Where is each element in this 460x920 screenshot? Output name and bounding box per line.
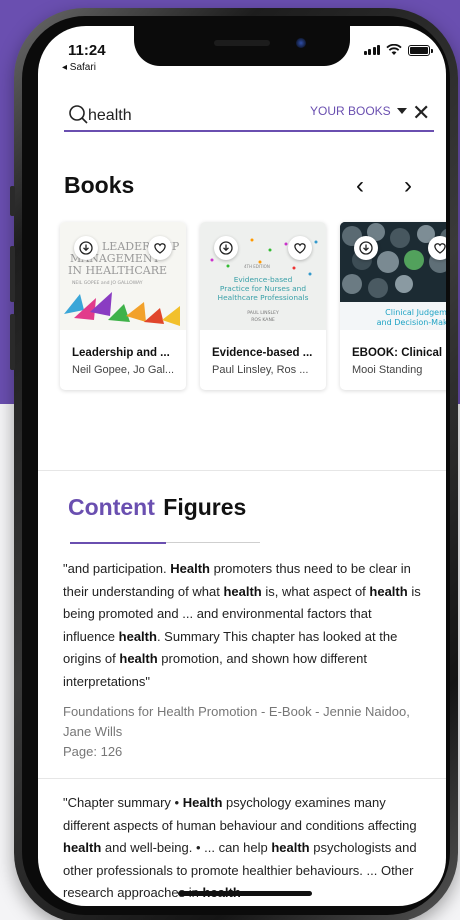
tab-figures[interactable]: Figures <box>163 494 246 520</box>
snippet-text: "and participation. <box>63 561 171 576</box>
cover-text: 4TH EDITION <box>244 264 270 269</box>
search-result-page: Page: 126 <box>63 744 123 759</box>
close-icon[interactable]: ✕ <box>412 100 430 126</box>
download-icon[interactable] <box>214 236 238 260</box>
signal-icon <box>363 45 380 55</box>
chevron-right-icon[interactable]: › <box>404 172 412 200</box>
cover-text: PAUL LINSLEY <box>247 310 279 316</box>
content-figures-heading: Content Figures <box>68 494 246 521</box>
phone-silent-switch <box>10 186 15 216</box>
scope-label: YOUR BOOKS <box>310 104 391 118</box>
book-cover: LEADERSHIP MANAGEMENT IN HEALTHCARE NEIL… <box>60 222 186 330</box>
books-heading: Books <box>64 172 135 198</box>
book-title: Evidence-based ... <box>212 347 313 359</box>
highlighted-keyword: Health <box>170 561 210 576</box>
book-card[interactable]: Clinical Judgement and Decision-Making E… <box>340 222 446 390</box>
cover-text: Healthcare Professionals <box>218 293 309 302</box>
status-time: 11:24 <box>68 42 106 59</box>
scope-dropdown[interactable]: YOUR BOOKS <box>310 104 407 118</box>
snippet-text: is, what aspect of <box>261 583 370 599</box>
tab-content[interactable]: Content <box>68 494 155 520</box>
snippet-text: "Chapter summary • <box>63 795 183 810</box>
highlighted-keyword: health <box>119 651 158 666</box>
active-tab-indicator <box>70 542 166 544</box>
tab-underline <box>166 542 260 543</box>
book-authors: Mooi Standing <box>352 364 423 376</box>
search-result-source: Foundations for Health Promotion - E-Boo… <box>63 704 410 739</box>
cover-text: ROS KANE <box>251 317 275 323</box>
search-result-snippet[interactable]: "and participation. Health promoters thu… <box>63 558 425 693</box>
home-indicator[interactable] <box>178 891 312 896</box>
section-divider <box>38 470 446 471</box>
snippet-text: and well-being. • ... can help <box>101 840 272 855</box>
book-cover: Clinical Judgement and Decision-Making <box>340 222 446 330</box>
cover-text: Evidence-based <box>234 275 293 284</box>
chevron-left-icon[interactable]: ‹ <box>356 172 364 200</box>
highlighted-keyword: health <box>271 840 310 855</box>
chevron-down-icon <box>396 108 407 114</box>
camera <box>296 38 306 48</box>
highlighted-keyword: health <box>63 840 102 855</box>
speaker <box>214 40 270 46</box>
search-input[interactable]: health <box>88 107 132 125</box>
search-icon[interactable] <box>68 104 88 124</box>
cover-text: NEIL GOPEE and JO GALLOWAY <box>72 280 143 286</box>
phone-volume-down <box>10 314 15 370</box>
book-title: Leadership and ... <box>72 347 170 359</box>
status-icons <box>363 44 433 56</box>
notch <box>134 26 350 66</box>
search-result-snippet[interactable]: "Chapter summary • Health psychology exa… <box>63 792 425 905</box>
book-authors: Neil Gopee, Jo Gal... <box>72 364 175 376</box>
download-icon[interactable] <box>74 236 98 260</box>
book-authors: Paul Linsley, Ros ... <box>212 364 309 376</box>
highlighted-keyword: health <box>223 583 262 599</box>
book-cover-art: Clinical Judgement and Decision-Making <box>340 222 446 330</box>
book-card[interactable]: LEADERSHIP MANAGEMENT IN HEALTHCARE NEIL… <box>60 222 186 390</box>
result-separator <box>38 778 446 779</box>
heart-icon[interactable] <box>288 236 312 260</box>
wifi-icon <box>386 44 402 55</box>
search-bar: health YOUR BOOKS ✕ <box>64 100 434 132</box>
highlighted-keyword: Health <box>182 795 223 810</box>
book-card[interactable]: 4TH EDITION Evidence-based Practice for … <box>200 222 326 390</box>
cover-text: IN HEALTHCARE <box>68 264 167 277</box>
book-title: EBOOK: Clinical ... <box>352 347 446 359</box>
highlighted-keyword: health <box>369 583 408 599</box>
back-to-safari-link[interactable]: ◂ Safari <box>62 62 96 73</box>
heart-icon[interactable] <box>148 236 172 260</box>
highlighted-keyword: health <box>118 628 157 644</box>
cover-text: Clinical Judgement <box>385 308 446 317</box>
battery-icon <box>408 44 433 56</box>
phone-volume-up <box>10 246 15 302</box>
download-icon[interactable] <box>354 236 378 260</box>
book-cover: 4TH EDITION Evidence-based Practice for … <box>200 222 326 330</box>
cover-text: and Decision-Making <box>377 318 446 327</box>
heart-icon[interactable] <box>428 236 446 260</box>
cover-text: Practice for Nurses and <box>220 284 306 293</box>
books-carousel: LEADERSHIP MANAGEMENT IN HEALTHCARE NEIL… <box>60 222 446 394</box>
phone-screen: 11:24 ◂ Safari health YOUR BOOKS ✕ Books… <box>38 26 446 906</box>
